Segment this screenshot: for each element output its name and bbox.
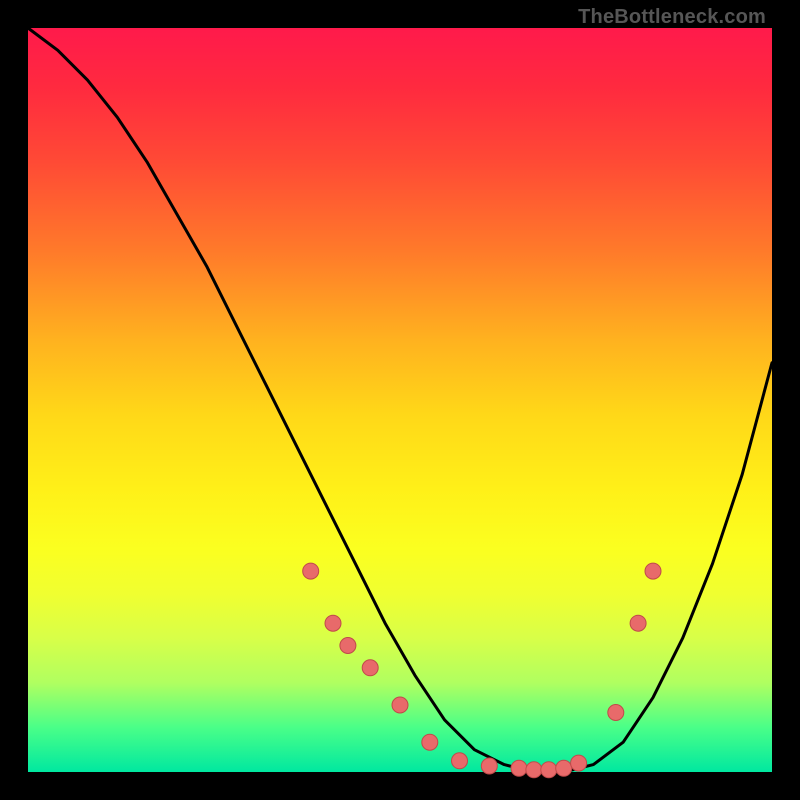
bottleneck-curve [28, 28, 772, 772]
marker-layer [303, 563, 661, 778]
data-marker [325, 615, 341, 631]
data-marker [481, 758, 497, 774]
data-marker [340, 638, 356, 654]
data-marker [571, 755, 587, 771]
data-marker [422, 734, 438, 750]
data-marker [452, 753, 468, 769]
curve-layer [28, 28, 772, 772]
data-marker [556, 760, 572, 776]
chart-frame: TheBottleneck.com [0, 0, 800, 800]
data-marker [541, 762, 557, 778]
data-marker [526, 762, 542, 778]
chart-overlay [0, 0, 800, 800]
data-marker [392, 697, 408, 713]
data-marker [511, 760, 527, 776]
data-marker [608, 705, 624, 721]
data-marker [362, 660, 378, 676]
data-marker [645, 563, 661, 579]
data-marker [630, 615, 646, 631]
data-marker [303, 563, 319, 579]
